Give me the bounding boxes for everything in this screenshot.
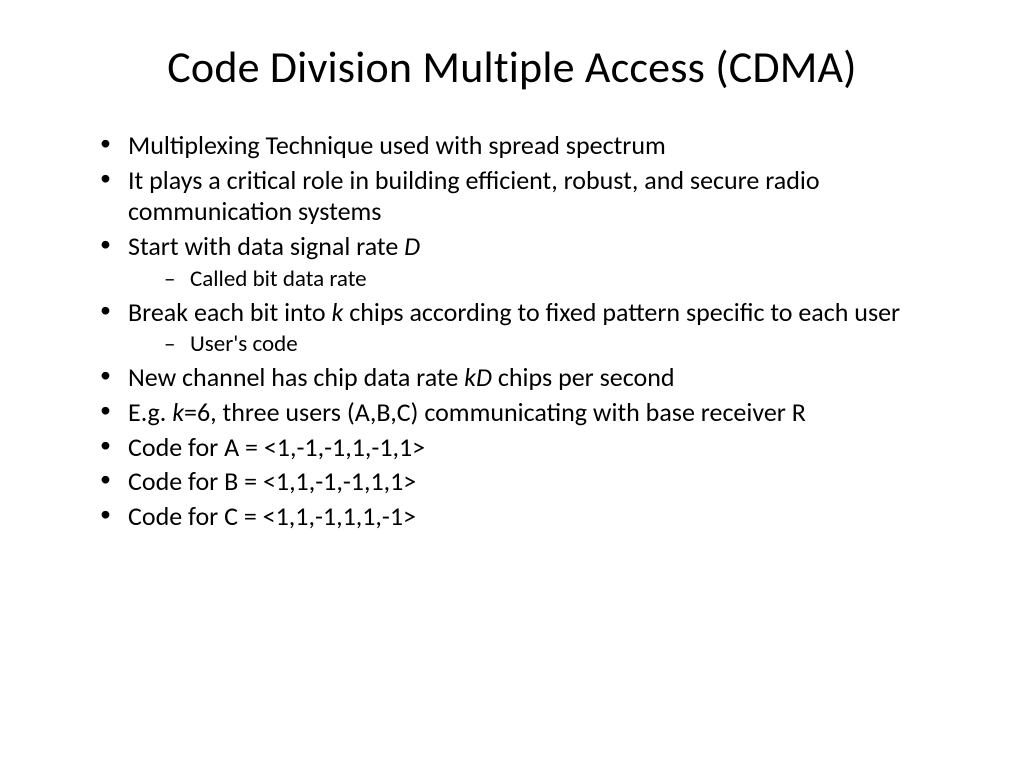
text-italic: kD <box>464 361 492 393</box>
sub-list-item: User's code <box>164 330 964 359</box>
text-italic: k <box>332 296 344 328</box>
text-italic: k <box>172 396 184 428</box>
slide-title: Code Division Multiple Access (CDMA) <box>60 40 964 94</box>
list-item: Multiplexing Technique used with spread … <box>100 130 964 162</box>
text: =6, three users (A,B,C) communicating wi… <box>184 396 806 428</box>
sub-list-item: Called bit data rate <box>164 265 964 294</box>
bullet-list: Multiplexing Technique used with spread … <box>60 130 964 533</box>
text: Start with data signal rate <box>128 230 404 262</box>
list-item: Code for A = <1,-1,-1,1,-1,1> <box>100 432 964 464</box>
list-item: Break each bit into k chips according to… <box>100 297 964 359</box>
list-item: New channel has chip data rate kD chips … <box>100 362 964 394</box>
list-item: Start with data signal rate D Called bit… <box>100 231 964 293</box>
text: E.g. <box>128 396 172 428</box>
sub-list: User's code <box>128 330 964 359</box>
text: chips per second <box>492 361 675 393</box>
text: New channel has chip data rate <box>128 361 464 393</box>
list-item: It plays a critical role in building eff… <box>100 165 964 228</box>
list-item: Code for B = <1,1,-1,-1,1,1> <box>100 466 964 498</box>
text-italic: D <box>404 230 420 262</box>
list-item: E.g. k=6, three users (A,B,C) communicat… <box>100 397 964 429</box>
list-item: Code for C = <1,1,-1,1,1,-1> <box>100 501 964 533</box>
sub-list: Called bit data rate <box>128 265 964 294</box>
text: Break each bit into <box>128 296 332 328</box>
text: chips according to fixed pattern specifi… <box>343 296 900 328</box>
